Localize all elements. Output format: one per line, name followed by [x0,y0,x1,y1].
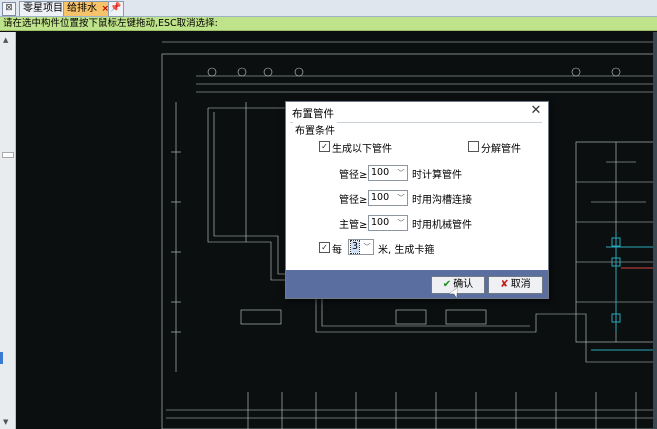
select-value: 100 [371,167,390,178]
close-all-tabs-button[interactable]: ⊠ [2,2,16,16]
cancel-button[interactable]: ✘ 取消 [488,276,543,294]
tab-label: 给排水 [67,3,97,14]
pin-icon[interactable]: 📌 [108,1,124,17]
row3-label: 主管≥ [339,220,368,231]
groove-connection-select[interactable]: 100 ﹀ [368,190,408,206]
chevron-down-icon[interactable]: ﹀ [362,240,372,254]
cancel-label: 取消 [510,279,531,290]
placement-conditions-group: 布置条件 ✓ 生成以下管件 分解管件 管径≥ 100 ﹀ 时计算管件 管径≥ 1… [290,122,542,271]
panel-marker [2,152,14,158]
every-label: 每 [332,245,342,256]
group-label: 布置条件 [293,122,337,137]
row1-suffix: 时计算管件 [412,170,462,181]
left-panel-scrollbar[interactable]: ▲ ▼ [0,32,16,429]
chevron-down-icon[interactable]: ﹀ [396,191,406,205]
arrow-up-icon[interactable]: ▲ [3,36,8,44]
clamp-interval-select[interactable]: 3 ﹀ [348,239,374,255]
split-fittings-label: 分解管件 [481,144,521,155]
arrow-down-icon[interactable]: ▼ [3,418,8,426]
tab-bar: ⊠ 零星项目 给排水 × 📌 [0,0,657,17]
row2-suffix: 时用沟槽连接 [412,195,472,206]
row2-label: 管径≥ [339,195,368,206]
cross-icon: ✘ [500,279,509,290]
select-value: 100 [371,192,390,203]
row1-label: 管径≥ [339,170,368,181]
row3-suffix: 时用机械管件 [412,220,472,231]
dialog-footer: ✔ 确认 ✘ 取消 [286,270,548,298]
tab-water-supply-drainage[interactable]: 给排水 × [63,1,113,16]
mechanical-fitting-select[interactable]: 100 ﹀ [368,215,408,231]
select-value: 100 [371,217,390,228]
select-value: 3 [349,240,361,254]
tab-sporadic-items[interactable]: 零星项目 [19,1,69,16]
split-fittings-checkbox[interactable] [468,141,479,152]
every-suffix: 米, 生成卡箍 [378,245,435,256]
clamp-checkbox[interactable]: ✓ [319,242,330,253]
place-fittings-dialog: 布置管件 ✕ 布置条件 ✓ 生成以下管件 分解管件 管径≥ 100 ﹀ 时计算管… [285,101,549,299]
panel-selection-indicator [0,352,3,364]
chevron-down-icon[interactable]: ﹀ [396,166,406,180]
generate-fittings-label: 生成以下管件 [332,144,392,155]
dialog-title: 布置管件 [292,108,334,120]
tab-label: 零星项目 [23,3,63,14]
right-scrollbar[interactable] [653,32,657,429]
close-icon[interactable]: ✕ [528,103,544,119]
generate-fittings-checkbox[interactable]: ✓ [319,141,330,152]
chevron-down-icon[interactable]: ﹀ [396,216,406,230]
diameter-calc-select[interactable]: 100 ﹀ [368,165,408,181]
status-prompt: 请在选中构件位置按下鼠标左键拖动,ESC取消选择: [0,17,657,31]
